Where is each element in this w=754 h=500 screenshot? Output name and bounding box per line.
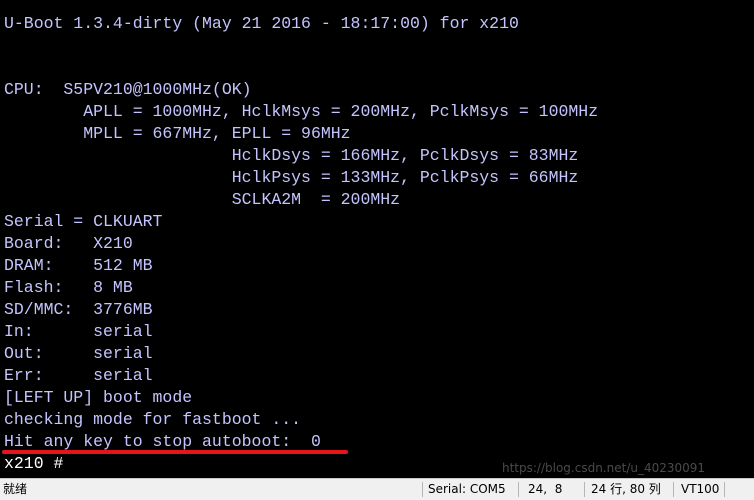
terminal-line-cpu: CPU: S5PV210@1000MHz(OK)	[4, 80, 252, 99]
terminal-line-hclkdsys: HclkDsys = 166MHz, PclkDsys = 83MHz	[4, 146, 579, 165]
terminal-output-area[interactable]: U-Boot 1.3.4-dirty (May 21 2016 - 18:17:…	[0, 0, 754, 478]
status-terminal-size: 24 行, 80 列	[591, 482, 661, 496]
terminal-line-boot-mode: [LEFT UP] boot mode	[4, 388, 193, 407]
terminal-line-apll: APLL = 1000MHz, HclkMsys = 200MHz, PclkM…	[4, 102, 599, 121]
terminal-line-out: Out: serial	[4, 344, 153, 363]
terminal-prompt[interactable]: x210 #	[4, 453, 63, 475]
terminal-line-uboot-version: U-Boot 1.3.4-dirty (May 21 2016 - 18:17:…	[4, 14, 519, 33]
status-divider	[584, 482, 585, 497]
terminal-line-board: Board: X210	[4, 234, 133, 253]
terminal-line-sdmmc: SD/MMC: 3776MB	[4, 300, 153, 319]
status-cursor-position: 24, 8	[528, 482, 563, 496]
status-terminal-type: VT100	[681, 482, 720, 496]
terminal-line-mpll: MPLL = 667MHz, EPLL = 96MHz	[4, 124, 351, 143]
terminal-line-fastboot-check: checking mode for fastboot ...	[4, 410, 302, 429]
terminal-line-in: In: serial	[4, 322, 153, 341]
terminal-line-serial: Serial = CLKUART	[4, 212, 163, 231]
status-connection: Serial: COM5	[428, 482, 506, 496]
status-divider	[673, 482, 674, 497]
terminal-line-hclkpsys: HclkPsys = 133MHz, PclkPsys = 66MHz	[4, 168, 579, 187]
terminal-window: U-Boot 1.3.4-dirty (May 21 2016 - 18:17:…	[0, 0, 754, 500]
status-divider	[422, 482, 423, 497]
status-bar: 就绪 Serial: COM5 24, 8 24 行, 80 列 VT100	[0, 478, 754, 500]
terminal-line-flash: Flash: 8 MB	[4, 278, 133, 297]
status-divider	[724, 482, 725, 497]
terminal-line-sclka2m: SCLKA2M = 200MHz	[4, 190, 401, 209]
status-ready: 就绪	[3, 482, 28, 496]
terminal-line-err: Err: serial	[4, 366, 153, 385]
watermark-url: https://blog.csdn.net/u_40230091	[502, 461, 706, 475]
status-divider	[518, 482, 519, 497]
terminal-line-dram: DRAM: 512 MB	[4, 256, 153, 275]
